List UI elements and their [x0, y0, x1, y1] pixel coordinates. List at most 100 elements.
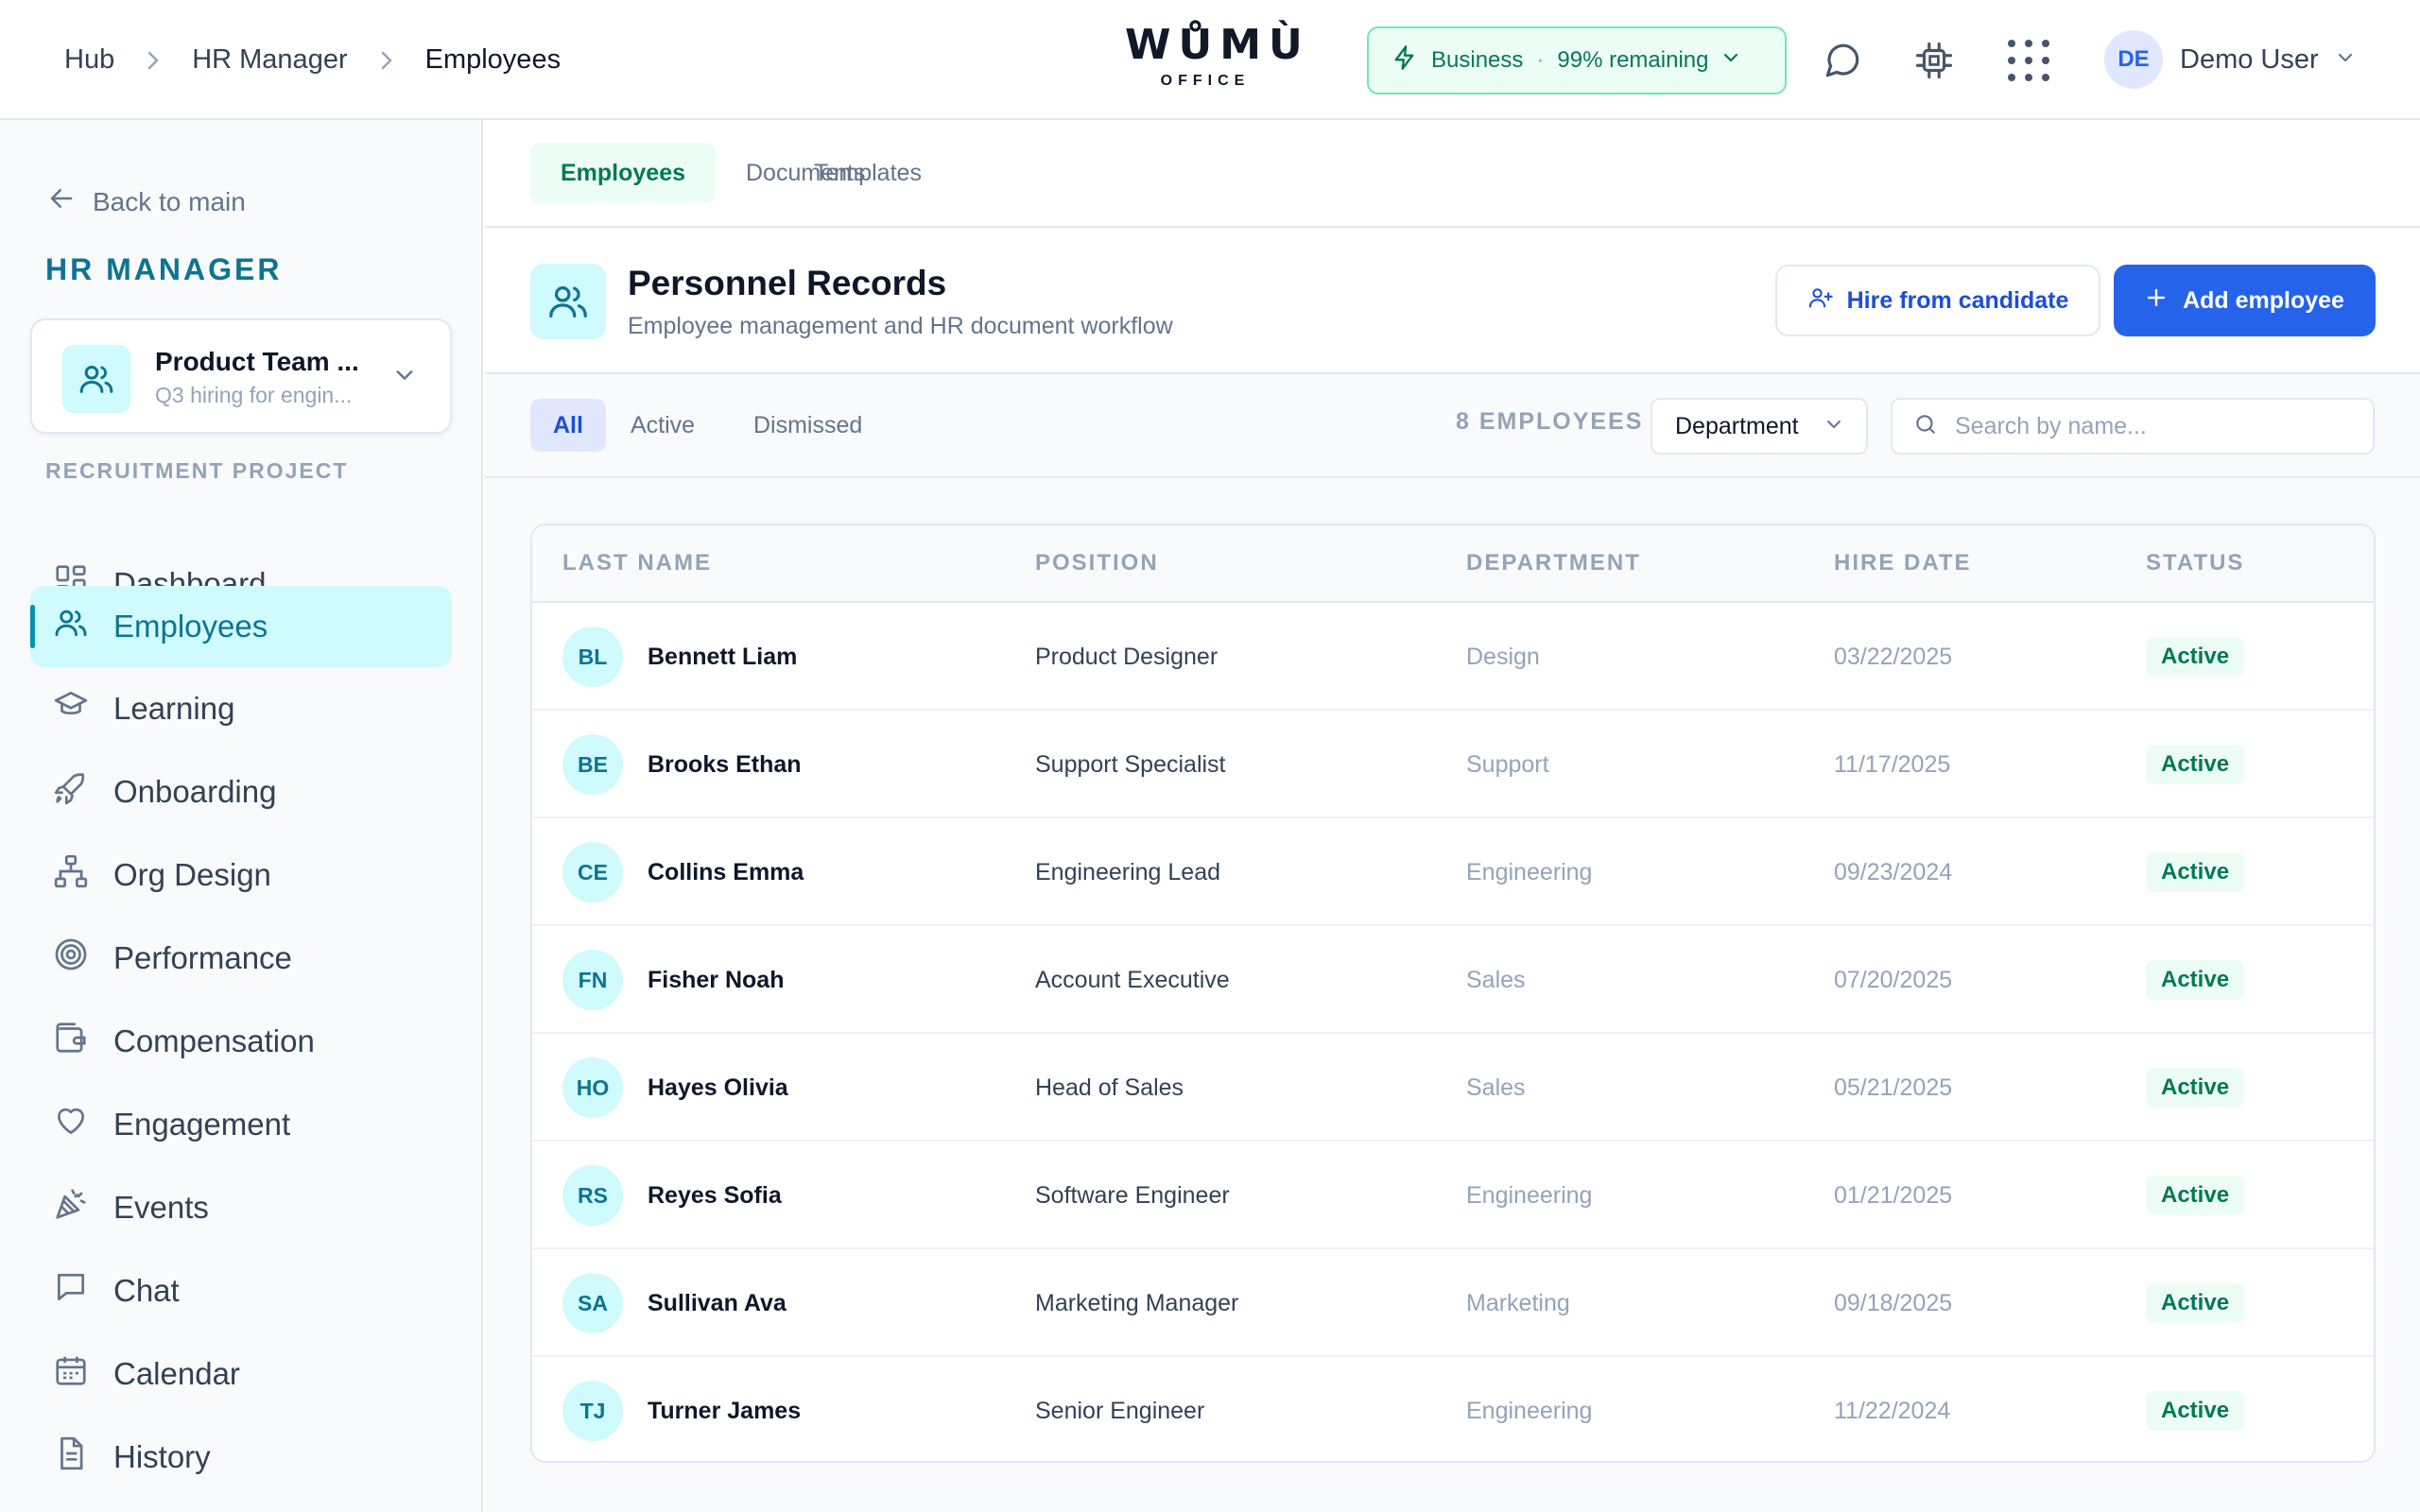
- employee-department: Design: [1466, 643, 1540, 670]
- sidebar-item-label: Org Design: [113, 857, 271, 892]
- rocket-icon: [53, 770, 89, 814]
- employee-department: Marketing: [1466, 1289, 1570, 1316]
- table-row[interactable]: BL Bennett Liam Product Designer Design 0…: [532, 603, 2374, 711]
- filter-active[interactable]: Active: [608, 399, 717, 452]
- employee-position: Head of Sales: [1035, 1074, 1184, 1101]
- avatar: DE: [2104, 30, 2163, 89]
- project-selector[interactable]: Product Team ... Q3 hiring for engin...: [30, 318, 452, 434]
- employee-hire-date: 11/17/2025: [1834, 750, 1951, 778]
- main-content: Employees Documents Templates Personnel …: [485, 120, 2420, 1512]
- plus-icon: [2145, 286, 2168, 316]
- breadcrumb-hr-manager[interactable]: HR Manager: [192, 44, 347, 76]
- table-row[interactable]: TJ Turner James Senior Engineer Engineeri…: [532, 1357, 2374, 1461]
- employee-hire-date: 07/20/2025: [1834, 966, 1953, 993]
- project-subtitle: Q3 hiring for engin...: [155, 383, 353, 407]
- sidebar-item-events[interactable]: Events: [30, 1167, 452, 1248]
- graduation-cap-icon: [53, 687, 89, 730]
- column-department[interactable]: DEPARTMENT: [1466, 550, 1641, 576]
- column-hire-date[interactable]: HIRE DATE: [1834, 550, 1972, 576]
- employees-table: LAST NAME POSITION DEPARTMENT HIRE DATE …: [530, 524, 2376, 1463]
- employee-name[interactable]: Collins Emma: [648, 859, 804, 886]
- logo[interactable]: WŮMÙ OFFICE: [1125, 21, 1310, 90]
- avatar: CE: [562, 842, 623, 902]
- plan-badge[interactable]: Business · 99% remaining: [1367, 26, 1787, 94]
- sidebar-item-learning[interactable]: Learning: [30, 668, 452, 749]
- avatar: BL: [562, 627, 623, 687]
- search-input[interactable]: [1955, 412, 2352, 440]
- sidebar-item-calendar[interactable]: Calendar: [30, 1333, 452, 1415]
- breadcrumb-hub[interactable]: Hub: [64, 44, 114, 76]
- messages-icon[interactable]: [1816, 34, 1869, 87]
- status-badge: Active: [2146, 852, 2245, 892]
- status-badge: Active: [2146, 637, 2245, 677]
- add-employee-button[interactable]: Add employee: [2114, 265, 2376, 336]
- sidebar-item-label: Compensation: [113, 1023, 315, 1058]
- table-header: LAST NAME POSITION DEPARTMENT HIRE DATE …: [532, 525, 2374, 603]
- sidebar-item-history[interactable]: History: [30, 1417, 452, 1498]
- page-title: Personnel Records: [628, 264, 947, 302]
- sidebar-item-employees[interactable]: Employees: [30, 586, 452, 667]
- sidebar-item-org-design[interactable]: Org Design: [30, 834, 452, 916]
- employee-position: Engineering Lead: [1035, 858, 1220, 885]
- employee-department: Support: [1466, 750, 1549, 778]
- sidebar-item-chat[interactable]: Chat: [30, 1250, 452, 1332]
- employee-count: 8 EMPLOYEES: [1456, 408, 1644, 435]
- sidebar-item-compensation[interactable]: Compensation: [30, 1001, 452, 1082]
- table-row[interactable]: BE Brooks Ethan Support Specialist Suppor…: [532, 711, 2374, 818]
- sidebar-item-label: Learning: [113, 691, 235, 726]
- filter-dismissed[interactable]: Dismissed: [731, 399, 885, 452]
- employee-name[interactable]: Reyes Sofia: [648, 1182, 782, 1210]
- employee-name[interactable]: Fisher Noah: [648, 967, 784, 994]
- page-subtitle: Employee management and HR document work…: [628, 313, 1173, 339]
- sidebar-item-label: Chat: [113, 1273, 180, 1308]
- target-icon: [53, 936, 89, 980]
- employee-department: Engineering: [1466, 1181, 1593, 1209]
- employee-name[interactable]: Hayes Olivia: [648, 1074, 788, 1102]
- search-box[interactable]: [1891, 398, 2375, 455]
- employee-name[interactable]: Brooks Ethan: [648, 751, 802, 779]
- document-icon: [53, 1435, 89, 1479]
- user-menu[interactable]: DE Demo User: [2104, 28, 2355, 91]
- sidebar-item-label: History: [113, 1439, 211, 1474]
- sidebar-item-onboarding[interactable]: Onboarding: [30, 751, 452, 833]
- logo-mark: WŮMÙ: [1125, 21, 1310, 69]
- back-to-main-link[interactable]: Back to main: [47, 184, 246, 219]
- column-status[interactable]: STATUS: [2146, 550, 2244, 576]
- chevron-down-icon: [393, 364, 416, 391]
- table-row[interactable]: FN Fisher Noah Account Executive Sales 07…: [532, 926, 2374, 1034]
- department-select[interactable]: Department: [1651, 398, 1868, 455]
- employee-position: Marketing Manager: [1035, 1289, 1239, 1316]
- section-label: RECRUITMENT PROJECT: [45, 458, 349, 483]
- search-icon: [1913, 412, 1938, 441]
- sidebar-item-performance[interactable]: Performance: [30, 918, 452, 999]
- tab-templates[interactable]: Templates: [784, 143, 952, 203]
- chip-icon[interactable]: [1908, 34, 1961, 87]
- employee-name[interactable]: Sullivan Ava: [648, 1290, 786, 1317]
- sidebar-item-label: Events: [113, 1190, 209, 1225]
- table-row[interactable]: HO Hayes Olivia Head of Sales Sales 05/21…: [532, 1034, 2374, 1142]
- employee-department: Sales: [1466, 966, 1526, 993]
- breadcrumb: Hub HR Manager Employees: [64, 0, 561, 120]
- table-row[interactable]: RS Reyes Sofia Software Engineer Engineer…: [532, 1142, 2374, 1249]
- employee-name[interactable]: Bennett Liam: [648, 644, 797, 671]
- department-label: Department: [1675, 412, 1799, 439]
- sidebar-item-label: Employees: [113, 609, 268, 644]
- employee-name[interactable]: Turner James: [648, 1398, 801, 1425]
- hire-from-candidate-button[interactable]: Hire from candidate: [1775, 265, 2100, 336]
- column-last-name[interactable]: LAST NAME: [562, 550, 712, 576]
- employee-department: Engineering: [1466, 858, 1593, 885]
- table-row[interactable]: SA Sullivan Ava Marketing Manager Marketi…: [532, 1249, 2374, 1357]
- table-row[interactable]: CE Collins Emma Engineering Lead Engineer…: [532, 818, 2374, 926]
- sidebar-item-engagement[interactable]: Engagement: [30, 1084, 452, 1165]
- avatar: RS: [562, 1165, 623, 1226]
- employee-position: Product Designer: [1035, 643, 1219, 670]
- chevron-right-icon: [380, 50, 393, 71]
- apps-grid-icon[interactable]: [2002, 34, 2055, 87]
- project-name: Product Team ...: [155, 347, 359, 376]
- tab-employees[interactable]: Employees: [530, 143, 717, 203]
- hire-label: Hire from candidate: [1846, 286, 2069, 314]
- filter-all[interactable]: All: [530, 399, 606, 452]
- breadcrumb-employees: Employees: [424, 44, 562, 75]
- column-position[interactable]: POSITION: [1035, 550, 1159, 576]
- avatar: SA: [562, 1273, 623, 1333]
